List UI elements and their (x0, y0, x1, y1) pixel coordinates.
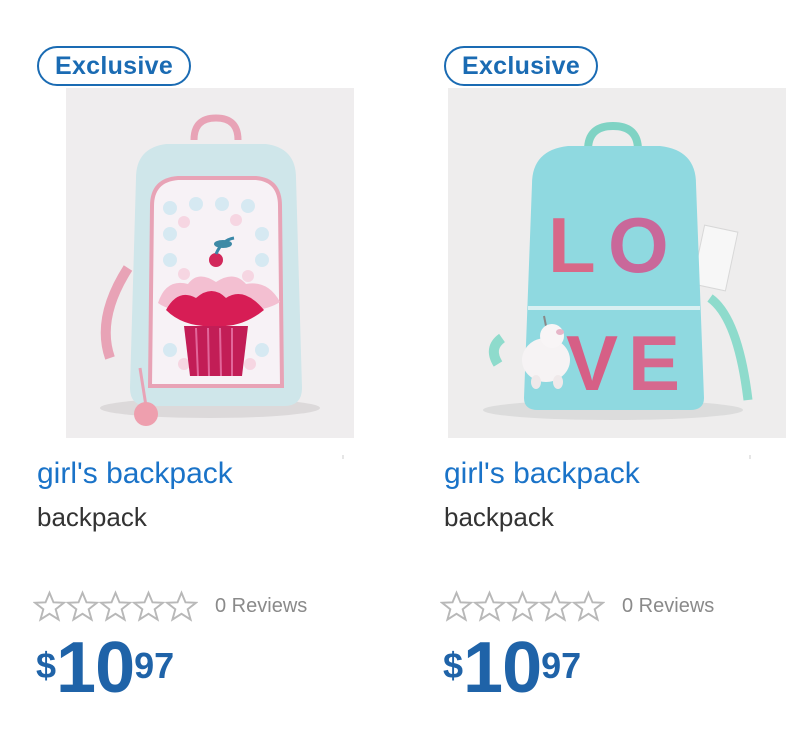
star-empty-icon (506, 589, 539, 622)
star-empty-icon (66, 589, 99, 622)
product-subtitle: backpack (37, 502, 147, 532)
svg-text:V: V (566, 319, 618, 407)
price-currency: $ (36, 645, 57, 686)
price: $ 10 97 (36, 632, 174, 704)
star-empty-icon (539, 589, 572, 622)
svg-text:O: O (608, 201, 669, 289)
product-grid: Exclusive girl's backpack backpack 0 Rev… (0, 0, 812, 738)
rating-row: 0 Reviews (33, 588, 307, 624)
product-title-link[interactable]: girl's backpack (37, 457, 233, 491)
svg-text:E: E (628, 319, 680, 407)
price-dollars: 10 (463, 628, 542, 708)
star-rating[interactable] (33, 589, 198, 623)
exclusive-badge: Exclusive (444, 46, 598, 86)
price-cents: 97 (134, 645, 175, 686)
product-subtitle: backpack (444, 502, 554, 532)
product-card[interactable]: Exclusive girl's backpack backpack 0 Rev… (0, 0, 380, 738)
star-empty-icon (572, 589, 605, 622)
star-empty-icon (440, 589, 473, 622)
star-empty-icon (165, 589, 198, 622)
product-title-link[interactable]: girl's backpack (444, 457, 640, 491)
exclusive-badge: Exclusive (37, 46, 191, 86)
product-image-love-backpack[interactable]: L O V E (448, 88, 786, 438)
star-empty-icon (132, 589, 165, 622)
price-currency: $ (443, 645, 464, 686)
star-rating[interactable] (440, 589, 605, 623)
price: $ 10 97 (443, 632, 581, 704)
star-empty-icon (33, 589, 66, 622)
star-empty-icon (99, 589, 132, 622)
svg-text:L: L (548, 201, 596, 289)
price-dollars: 10 (56, 628, 135, 708)
price-cents: 97 (541, 645, 582, 686)
reviews-count-link[interactable]: 0 Reviews (215, 595, 307, 618)
product-card[interactable]: Exclusive L O V E girl's backpack backpa… (407, 0, 787, 738)
rating-row: 0 Reviews (440, 588, 714, 624)
star-empty-icon (473, 589, 506, 622)
product-image-cupcake-backpack[interactable] (66, 88, 354, 438)
card-divider (342, 455, 344, 725)
reviews-count-link[interactable]: 0 Reviews (622, 595, 714, 618)
card-divider (749, 455, 751, 725)
